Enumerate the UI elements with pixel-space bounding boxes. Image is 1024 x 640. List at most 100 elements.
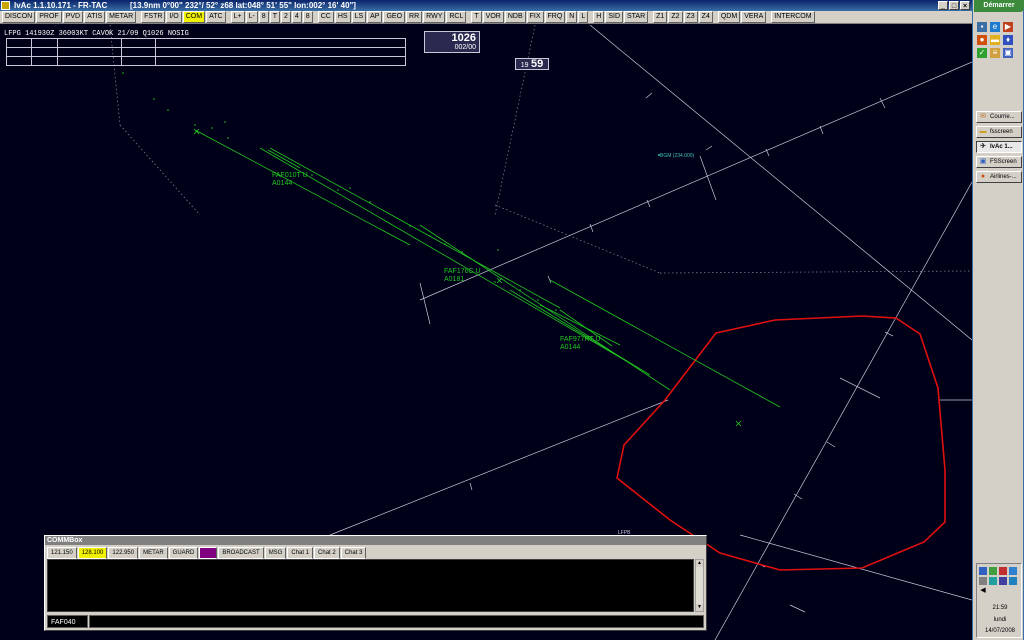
- toolbar-button-8-15[interactable]: 8: [302, 11, 313, 23]
- title-bar[interactable]: IvAc 1.1.10.171 - FR-TAC [13.9nm 0°00" 2…: [0, 0, 972, 11]
- toolbar-button-l-30[interactable]: L: [578, 11, 589, 23]
- target-label[interactable]: FAF977RT U A0144: [560, 336, 601, 352]
- app-icon[interactable]: ▣: [1003, 48, 1013, 58]
- toolbar-button-z4-37[interactable]: Z4: [698, 11, 713, 23]
- toolbar-button-z2-35[interactable]: Z2: [668, 11, 683, 23]
- toolbar-button-ap-19[interactable]: AP: [367, 11, 383, 23]
- scroll-down-icon[interactable]: ▼: [696, 604, 703, 611]
- folder-icon[interactable]: ▬: [990, 35, 1000, 45]
- commbox-tab-122950[interactable]: 122.950: [108, 547, 139, 559]
- toolbar-button-z1-34[interactable]: Z1: [653, 11, 668, 23]
- toolbar-button-4-14[interactable]: 4: [291, 11, 302, 23]
- toolbar-button-hs-17[interactable]: HS: [334, 11, 351, 23]
- taskbar-task[interactable]: ✈ IvAc 1...: [976, 141, 1022, 153]
- commbox-callsign-field[interactable]: FAF040: [47, 615, 88, 628]
- toolbar-button-n-29[interactable]: N: [566, 11, 578, 23]
- maximize-button[interactable]: □: [949, 1, 959, 10]
- toolbar-button-rr-21[interactable]: RR: [406, 11, 423, 23]
- sync-icon[interactable]: [989, 577, 997, 585]
- toolbar-button-prof-1[interactable]: PROF: [36, 11, 62, 23]
- target-label[interactable]: FAF176C U A0181: [444, 268, 481, 284]
- info-cell: [121, 39, 156, 65]
- close-button[interactable]: ×: [960, 1, 970, 10]
- firefox-icon[interactable]: ●: [977, 35, 987, 45]
- connection-icon[interactable]: [1009, 577, 1017, 585]
- commbox-log[interactable]: [47, 559, 694, 612]
- commbox-tab-broadcast[interactable]: BROADCAST: [218, 547, 264, 559]
- commbox-input[interactable]: [89, 615, 704, 628]
- toolbar-button-star-33[interactable]: STAR: [624, 11, 649, 23]
- check-icon[interactable]: ✓: [977, 48, 987, 58]
- bluetooth-icon[interactable]: [999, 577, 1007, 585]
- toolbar-button-rwy-22[interactable]: RWY: [423, 11, 446, 23]
- taskbar-task[interactable]: ● Airlines-...: [976, 171, 1022, 183]
- app-icon: ▣: [979, 158, 987, 165]
- taskbar-body: Démarrer ▪ e ▶ ● ▬ ♦ ✓ ≡ ▣ ✉ Courrie... ▬ f…: [973, 0, 1024, 640]
- toolbar-button-l-9[interactable]: L+: [230, 11, 245, 23]
- tray-time[interactable]: 21:59: [977, 605, 1023, 611]
- commbox-tab-chat3[interactable]: Chat 3: [340, 547, 367, 559]
- commbox-tab-121150[interactable]: 121.150: [47, 547, 77, 559]
- start-button[interactable]: Démarrer: [974, 0, 1024, 12]
- monitor-icon[interactable]: [1009, 567, 1017, 575]
- toolbar-button-discon-0[interactable]: DISCON: [2, 11, 36, 23]
- toolbar-button-geo-20[interactable]: GEO: [383, 11, 406, 23]
- wind-value: 002/00: [454, 44, 476, 51]
- commbox-tab-128100[interactable]: 128.100: [77, 547, 108, 559]
- commbox-tab-msg[interactable]: MSG: [264, 547, 287, 559]
- info-panel[interactable]: [6, 38, 406, 66]
- taskbar-task[interactable]: ▣ FSScreen: [976, 156, 1022, 168]
- commbox-tab-chat1[interactable]: Chat 1: [287, 547, 314, 559]
- volume-icon[interactable]: ◀: [979, 587, 987, 595]
- toolbar-button-t-24[interactable]: T: [471, 11, 482, 23]
- toolbar-button-2-13[interactable]: 2: [280, 11, 291, 23]
- taskbar-task[interactable]: ✉ Courrie...: [976, 111, 1022, 123]
- security-icon[interactable]: [989, 567, 997, 575]
- toolbar-button-rcl-23[interactable]: RCL: [446, 11, 467, 23]
- info-cell: [57, 39, 122, 65]
- toolbar-button-atis-3[interactable]: ATIS: [84, 11, 106, 23]
- tray-app-icon[interactable]: [979, 577, 987, 585]
- commbox-scrollbar[interactable]: ▲ ▼: [695, 559, 704, 612]
- toolbar-button-vera-39[interactable]: VERA: [741, 11, 767, 23]
- media-icon[interactable]: ▶: [1003, 22, 1013, 32]
- messenger-icon[interactable]: ♦: [1003, 35, 1013, 45]
- toolbar-button-l-10[interactable]: L-: [245, 11, 258, 23]
- toolbar-button-h-31[interactable]: H: [593, 11, 605, 23]
- ie-icon[interactable]: e: [990, 22, 1000, 32]
- toolbar-button-vor-25[interactable]: VOR: [482, 11, 504, 23]
- toolbar-button-fstr-5[interactable]: FSTR: [141, 11, 166, 23]
- target-label[interactable]: FAF010T U A0144: [272, 172, 308, 188]
- toolbar-button-fix-27[interactable]: FIX: [526, 11, 544, 23]
- toolbar-button-8-11[interactable]: 8: [258, 11, 269, 23]
- network-icon[interactable]: [979, 567, 987, 575]
- commbox-window[interactable]: COMMBox 121.150 128.100 122.950 METAR GUARD B…: [44, 535, 707, 631]
- clock-box: 19 59: [515, 58, 549, 70]
- scroll-up-icon[interactable]: ▲: [696, 560, 703, 567]
- minimize-button[interactable]: _: [938, 1, 948, 10]
- toolbar-button-atc-8[interactable]: ATC: [206, 11, 226, 23]
- commbox-tab-chat2[interactable]: Chat 2: [314, 547, 340, 559]
- toolbar-button-frq-28[interactable]: FRQ: [544, 11, 566, 23]
- commbox-tab-metar[interactable]: METAR: [139, 547, 168, 559]
- toolbar-button-metar-4[interactable]: METAR: [106, 11, 137, 23]
- toolbar-button-t-12[interactable]: T: [269, 11, 280, 23]
- desktop-icon[interactable]: ▪: [977, 22, 987, 32]
- toolbar-button-cc-16[interactable]: CC: [317, 11, 334, 23]
- toolbar-button-pvd-2[interactable]: PVD: [62, 11, 84, 23]
- commbox-tab-guard[interactable]: GUARD: [168, 547, 199, 559]
- antivirus-icon[interactable]: [999, 567, 1007, 575]
- toolbar-button-qdm-38[interactable]: QDM: [717, 11, 741, 23]
- toolbar-button-ndb-26[interactable]: NDB: [504, 11, 526, 23]
- qnh-box[interactable]: 1026 002/00: [424, 31, 480, 53]
- program-icon[interactable]: ≡: [990, 48, 1000, 58]
- toolbar-button-intercom-40[interactable]: INTERCOM: [771, 11, 815, 23]
- toolbar-button-io-6[interactable]: I/O: [166, 11, 182, 23]
- toolbar-button-z3-36[interactable]: Z3: [683, 11, 698, 23]
- qnh-value: 1026: [451, 32, 476, 44]
- toolbar-button-com-7[interactable]: COM: [182, 11, 206, 23]
- toolbar-button-ls-18[interactable]: LS: [351, 11, 367, 23]
- toolbar-button-sid-32[interactable]: SID: [605, 11, 623, 23]
- taskbar-task[interactable]: ▬ fsscreen: [976, 126, 1022, 138]
- commbox-tab-guard-indicator[interactable]: [199, 547, 218, 559]
